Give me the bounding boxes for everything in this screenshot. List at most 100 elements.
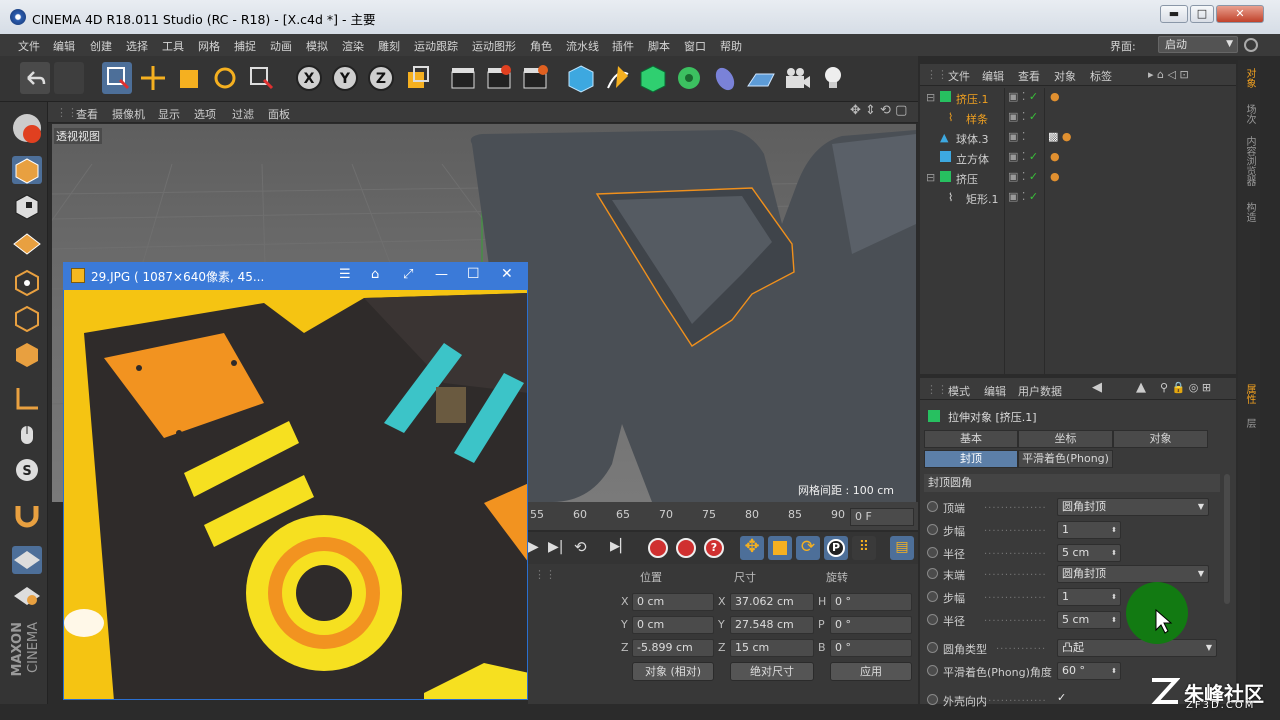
animate-radio[interactable] xyxy=(927,642,938,653)
visibility-icons[interactable]: ▣ ⁚ ✓ xyxy=(1008,90,1038,103)
maximize-button[interactable]: □ xyxy=(1190,5,1214,23)
viewport-menu-camera[interactable]: 摄像机 xyxy=(112,106,145,122)
mograph-cloner-icon[interactable] xyxy=(674,62,704,94)
stepper-icon[interactable]: ⬍ xyxy=(1111,522,1117,538)
stepper-icon[interactable]: ⬍ xyxy=(1111,612,1117,628)
objmgr-menu-edit[interactable]: 编辑 xyxy=(982,68,1004,84)
frame-field[interactable]: 0 F xyxy=(850,508,914,526)
deformer-icon[interactable] xyxy=(710,62,740,94)
viewport-menu-display[interactable]: 显示 xyxy=(158,106,180,122)
render-to-picture-viewer-icon[interactable] xyxy=(484,62,514,94)
render-view-icon[interactable] xyxy=(448,62,478,94)
animate-radio[interactable] xyxy=(927,501,938,512)
size-z-field[interactable]: 15 cm xyxy=(730,639,814,657)
size-mode-dropdown[interactable]: 绝对尺寸 xyxy=(730,662,814,681)
light-icon[interactable] xyxy=(818,62,848,94)
y-axis-lock-icon[interactable]: Y xyxy=(330,62,360,94)
model-mode-icon[interactable] xyxy=(12,156,42,184)
key-position-icon[interactable]: ✥ xyxy=(740,536,764,560)
record-active-icon[interactable] xyxy=(648,538,668,558)
stepper-icon[interactable]: ⬍ xyxy=(1111,589,1117,605)
animate-radio[interactable] xyxy=(927,568,938,579)
z-axis-lock-icon[interactable]: Z xyxy=(366,62,396,94)
menu-simulate[interactable]: 模拟 xyxy=(306,38,328,54)
pos-y-field[interactable]: 0 cm xyxy=(632,616,714,634)
menu-character[interactable]: 角色 xyxy=(530,38,552,54)
attr-number-field[interactable]: 5 cm ⬍ xyxy=(1057,611,1121,629)
attr-dropdown[interactable]: 圆角封顶 ▼ xyxy=(1057,498,1209,516)
phong-tag-icon[interactable]: ● xyxy=(1050,170,1060,183)
attr-menu-userdata[interactable]: 用户数据 xyxy=(1018,383,1062,399)
search-icon[interactable] xyxy=(1244,38,1258,52)
size-x-field[interactable]: 37.062 cm xyxy=(730,593,814,611)
undo-button[interactable] xyxy=(20,62,50,94)
workplane-mode-icon[interactable] xyxy=(12,228,42,256)
menu-tools[interactable]: 工具 xyxy=(162,38,184,54)
planar-workplane-icon[interactable] xyxy=(12,582,42,610)
object-row[interactable]: ⌇ 样条 ▣ ⁚ ✓ xyxy=(922,108,1234,128)
key-parameter-icon[interactable]: P xyxy=(824,536,848,560)
snap-icon[interactable]: S xyxy=(12,456,42,484)
animate-radio[interactable] xyxy=(927,547,938,558)
make-editable-icon[interactable] xyxy=(10,110,44,146)
attr-menu-edit[interactable]: 编辑 xyxy=(984,383,1006,399)
menu-plugins[interactable]: 插件 xyxy=(612,38,634,54)
menu-render[interactable]: 渲染 xyxy=(342,38,364,54)
fullscreen-icon[interactable]: ⤢ xyxy=(403,267,413,282)
viewport-menu-options[interactable]: 选项 xyxy=(194,106,216,122)
move-icon[interactable] xyxy=(138,62,168,94)
viewport-menu-filter[interactable]: 过滤 xyxy=(232,106,254,122)
menu-create[interactable]: 创建 xyxy=(90,38,112,54)
visibility-icons[interactable]: ▣ ⁚ xyxy=(1008,130,1025,143)
menu-sculpt[interactable]: 雕刻 xyxy=(378,38,400,54)
workplane-lock-icon[interactable] xyxy=(12,546,42,574)
expand-icon[interactable]: ⊟ xyxy=(926,91,935,104)
maximize-icon[interactable]: ☐ xyxy=(467,266,480,282)
attr-number-field[interactable]: 1 ⬍ xyxy=(1057,588,1121,606)
menu-help[interactable]: 帮助 xyxy=(720,38,742,54)
menu-icon[interactable]: ☰ xyxy=(339,267,351,282)
redo-button[interactable] xyxy=(54,62,84,94)
timeline-window-icon[interactable]: ▤ xyxy=(890,536,914,560)
magnet-icon[interactable] xyxy=(12,500,42,528)
axis-mode-icon[interactable] xyxy=(12,384,42,412)
keyframe-selection-icon[interactable]: ? xyxy=(704,538,724,558)
phong-tag-icon[interactable]: ● xyxy=(1050,90,1060,103)
stepper-icon[interactable]: ⬍ xyxy=(1111,663,1117,679)
render-settings-icon[interactable] xyxy=(520,62,550,94)
menu-file[interactable]: 文件 xyxy=(18,38,40,54)
tab-attributes[interactable]: 属性 xyxy=(1242,384,1257,404)
menu-window[interactable]: 窗口 xyxy=(684,38,706,54)
objmgr-menu-tags[interactable]: 标签 xyxy=(1090,68,1112,84)
visibility-icons[interactable]: ▣ ⁚ ✓ xyxy=(1008,170,1038,183)
viewport-navigation-icons[interactable]: ✥ ⇕ ⟲ ▢ xyxy=(850,103,907,118)
play-forward-icon[interactable]: ▶ xyxy=(528,539,539,555)
tab-content-browser[interactable]: 内容浏览器 xyxy=(1242,136,1257,186)
tab-coord[interactable]: 坐标 xyxy=(1018,430,1113,448)
menu-motion-tracking[interactable]: 运动跟踪 xyxy=(414,38,458,54)
up-arrow-icon[interactable]: ▲ xyxy=(1136,380,1146,395)
menu-animate[interactable]: 动画 xyxy=(270,38,292,54)
cube-object-icon[interactable] xyxy=(566,62,596,94)
visibility-icons[interactable]: ▣ ⁚ ✓ xyxy=(1008,190,1038,203)
rotate-icon[interactable] xyxy=(210,62,240,94)
expand-icon[interactable]: ⊟ xyxy=(926,171,935,184)
pen-spline-icon[interactable] xyxy=(602,62,632,94)
scale-icon[interactable] xyxy=(174,62,204,94)
viewport-menu-view[interactable]: 查看 xyxy=(76,106,98,122)
tab-structure[interactable]: 构造 xyxy=(1242,202,1257,222)
live-selection-icon[interactable] xyxy=(102,62,132,94)
key-scale-icon[interactable] xyxy=(768,536,792,560)
menu-mograph[interactable]: 运动图形 xyxy=(472,38,516,54)
objmgr-menu-objects[interactable]: 对象 xyxy=(1054,68,1076,84)
attr-dropdown[interactable]: 圆角封顶 ▼ xyxy=(1057,565,1209,583)
object-row[interactable]: ⊟ 挤压.1 ▣ ⁚ ✓ ● xyxy=(922,88,1234,108)
viewport-menu-panel[interactable]: 面板 xyxy=(268,106,290,122)
stepper-icon[interactable]: ⬍ xyxy=(1111,545,1117,561)
tweak-mode-icon[interactable] xyxy=(12,420,42,448)
image-viewer-window[interactable] xyxy=(63,262,528,700)
attr-number-field[interactable]: 1 ⬍ xyxy=(1057,521,1121,539)
attr-number-field[interactable]: 5 cm ⬍ xyxy=(1057,544,1121,562)
rot-b-field[interactable]: 0 ° xyxy=(830,639,912,657)
visibility-icons[interactable]: ▣ ⁚ ✓ xyxy=(1008,150,1038,163)
